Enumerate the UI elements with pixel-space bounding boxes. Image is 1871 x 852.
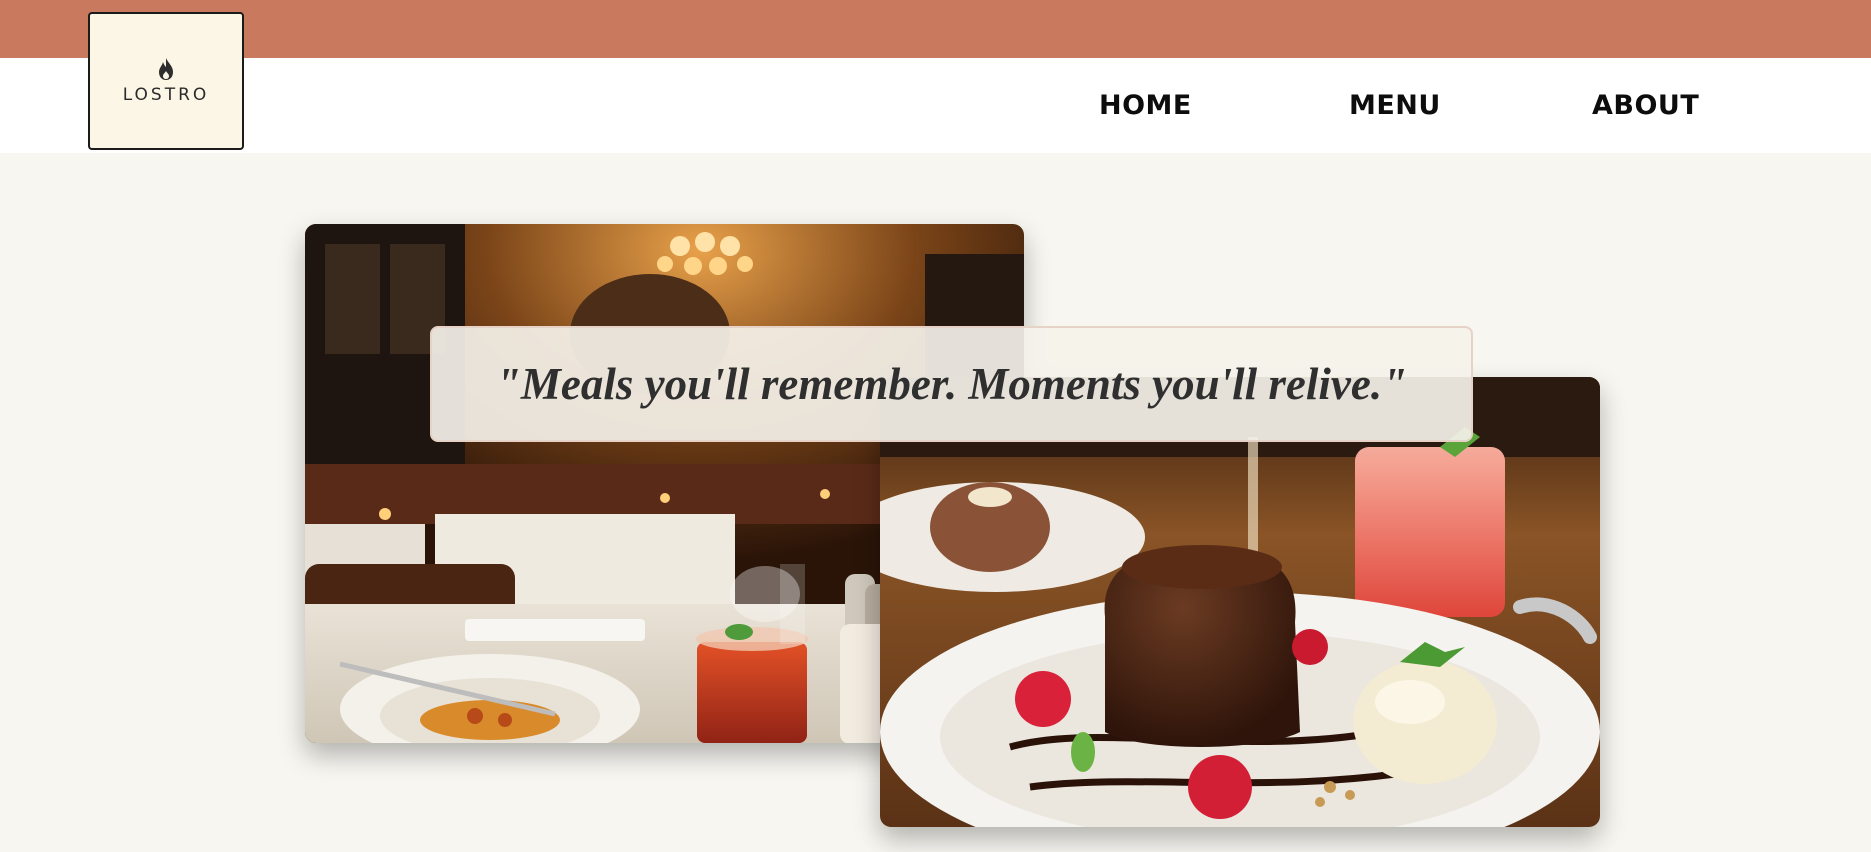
top-accent-band	[0, 0, 1871, 58]
navigation-bar	[0, 58, 1871, 153]
nav-link-about[interactable]: ABOUT	[1592, 90, 1699, 121]
brand-logo[interactable]: LOSTRO	[88, 12, 244, 150]
nav-link-menu[interactable]: MENU	[1349, 90, 1441, 121]
nav-link-home[interactable]: HOME	[1099, 90, 1192, 121]
hero-quote-text: "Meals you'll remember. Moments you'll r…	[495, 359, 1408, 409]
chocolate-lava-cake-dessert-photo	[880, 377, 1600, 827]
hero-quote-banner: "Meals you'll remember. Moments you'll r…	[430, 326, 1473, 442]
brand-logo-text: LOSTRO	[122, 85, 210, 105]
flame-icon	[156, 57, 176, 85]
